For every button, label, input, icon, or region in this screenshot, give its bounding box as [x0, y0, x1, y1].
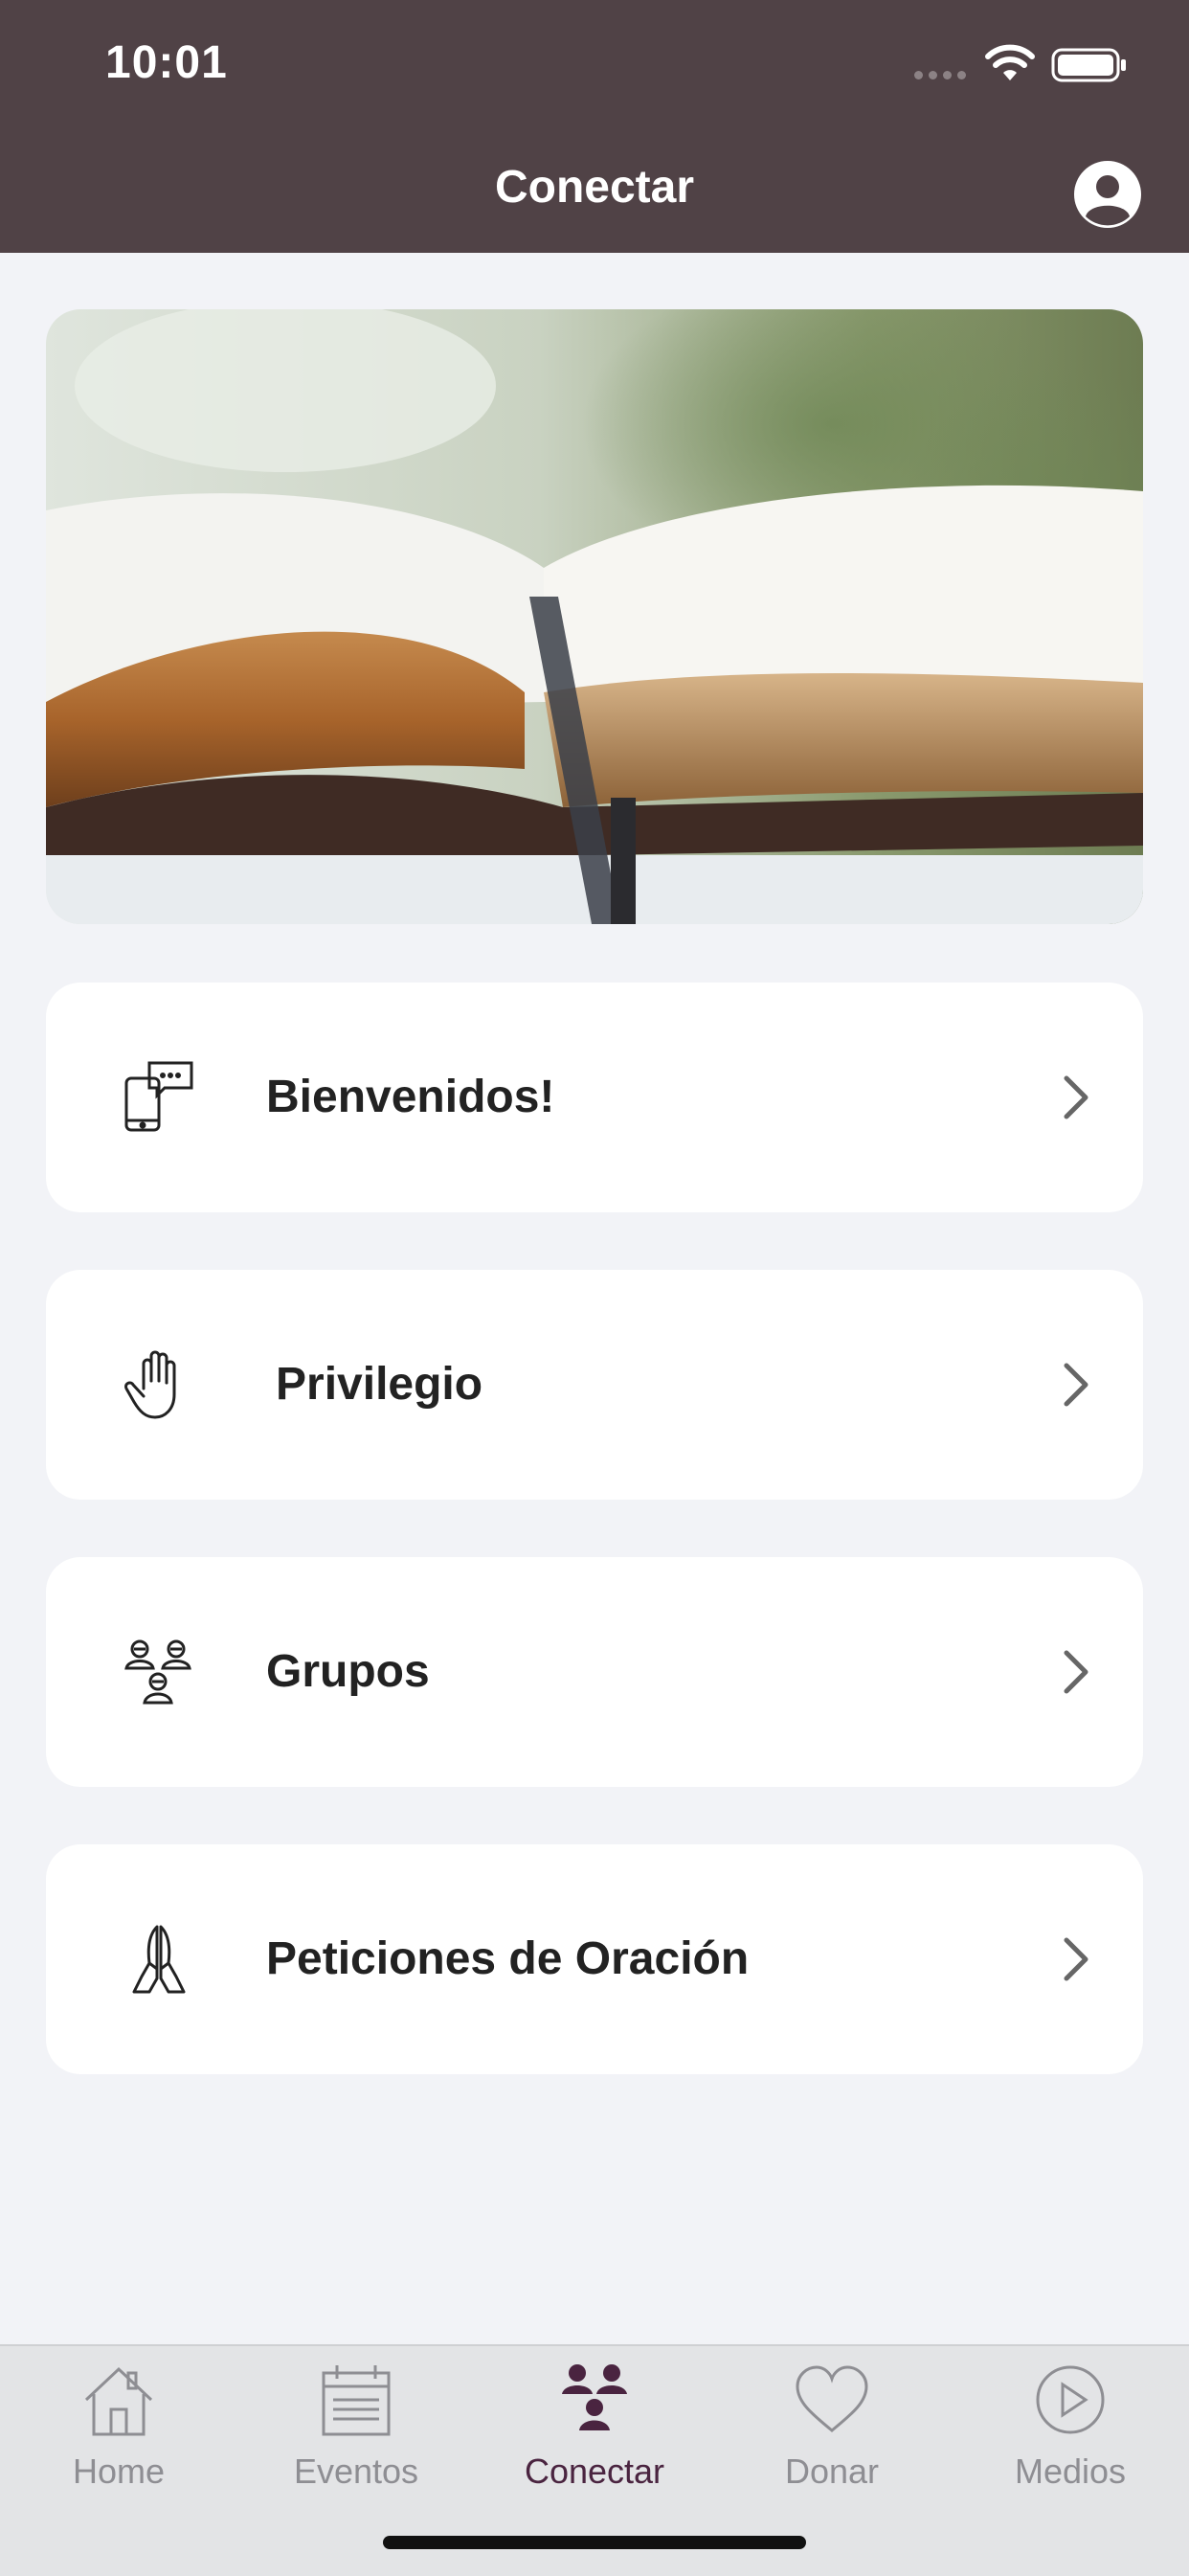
phone-chat-icon — [124, 1061, 193, 1132]
tab-label: Medios — [1014, 2452, 1127, 2491]
tab-home[interactable]: Home — [0, 2346, 237, 2519]
heart-icon — [796, 2365, 868, 2432]
tab-eventos[interactable]: Eventos — [237, 2346, 475, 2519]
open-bible-photo — [46, 309, 1143, 924]
tab-label: Donar — [784, 2452, 880, 2491]
raised-hand-icon — [124, 1350, 176, 1419]
tab-medios[interactable]: Medios — [952, 2346, 1189, 2519]
menu-item-peticiones[interactable]: Peticiones de Oración — [46, 1844, 1143, 2074]
tab-label: Eventos — [293, 2452, 419, 2491]
cellular-signal-icon — [914, 71, 966, 79]
tab-label: Conectar — [524, 2452, 665, 2491]
chevron-right-icon — [1064, 1937, 1088, 1981]
menu-item-label: Privilegio — [276, 1359, 483, 1410]
wifi-icon — [985, 44, 1035, 80]
chevron-right-icon — [1064, 1650, 1088, 1694]
battery-icon — [1051, 48, 1126, 82]
menu-item-label: Peticiones de Oración — [266, 1933, 750, 1984]
tab-conectar[interactable]: Conectar — [476, 2346, 713, 2519]
house-icon — [84, 2366, 153, 2436]
menu-item-label: Grupos — [266, 1646, 430, 1697]
menu-item-privilegio[interactable]: Privilegio — [46, 1270, 1143, 1500]
home-indicator[interactable] — [383, 2536, 806, 2549]
menu-item-grupos[interactable]: Grupos — [46, 1557, 1143, 1787]
page-title: Conectar — [494, 162, 695, 213]
status-time: 10:01 — [105, 37, 228, 88]
play-circle-icon — [1036, 2365, 1105, 2434]
tab-label: Home — [72, 2452, 166, 2491]
menu-item-bienvenidos[interactable]: Bienvenidos! — [46, 983, 1143, 1212]
hero-image — [46, 309, 1143, 924]
tab-donar[interactable]: Donar — [713, 2346, 951, 2519]
chevron-right-icon — [1064, 1363, 1088, 1407]
people-group-icon — [124, 1639, 191, 1705]
praying-hands-icon — [132, 1925, 186, 1994]
calendar-icon — [322, 2365, 391, 2436]
chevron-right-icon — [1064, 1075, 1088, 1119]
people-group-icon — [562, 2364, 627, 2430]
profile-button[interactable] — [1072, 159, 1143, 230]
app-header: 10:01 Conectar — [0, 0, 1189, 253]
menu-item-label: Bienvenidos! — [266, 1072, 555, 1122]
